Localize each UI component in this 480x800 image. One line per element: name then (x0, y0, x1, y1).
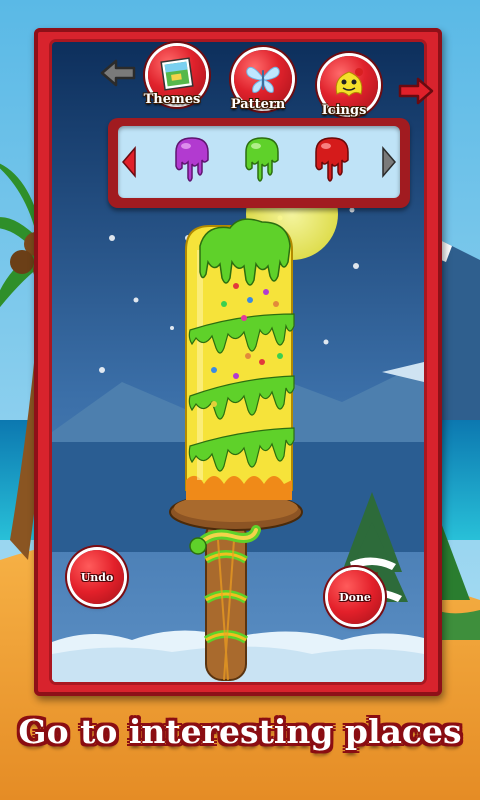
done-label: Done (339, 590, 371, 604)
undo-button[interactable]: Undo (70, 550, 124, 604)
done-button[interactable]: Done (328, 570, 382, 624)
promo-banner-text: Go to interesting places (18, 712, 462, 751)
popsicle-stick (203, 519, 249, 681)
popsicle-body (185, 218, 295, 500)
game-scene: Themes Pattern Icings Undo Done Go to in… (0, 0, 480, 800)
popsicle (169, 218, 303, 681)
undo-label: Undo (80, 570, 114, 584)
